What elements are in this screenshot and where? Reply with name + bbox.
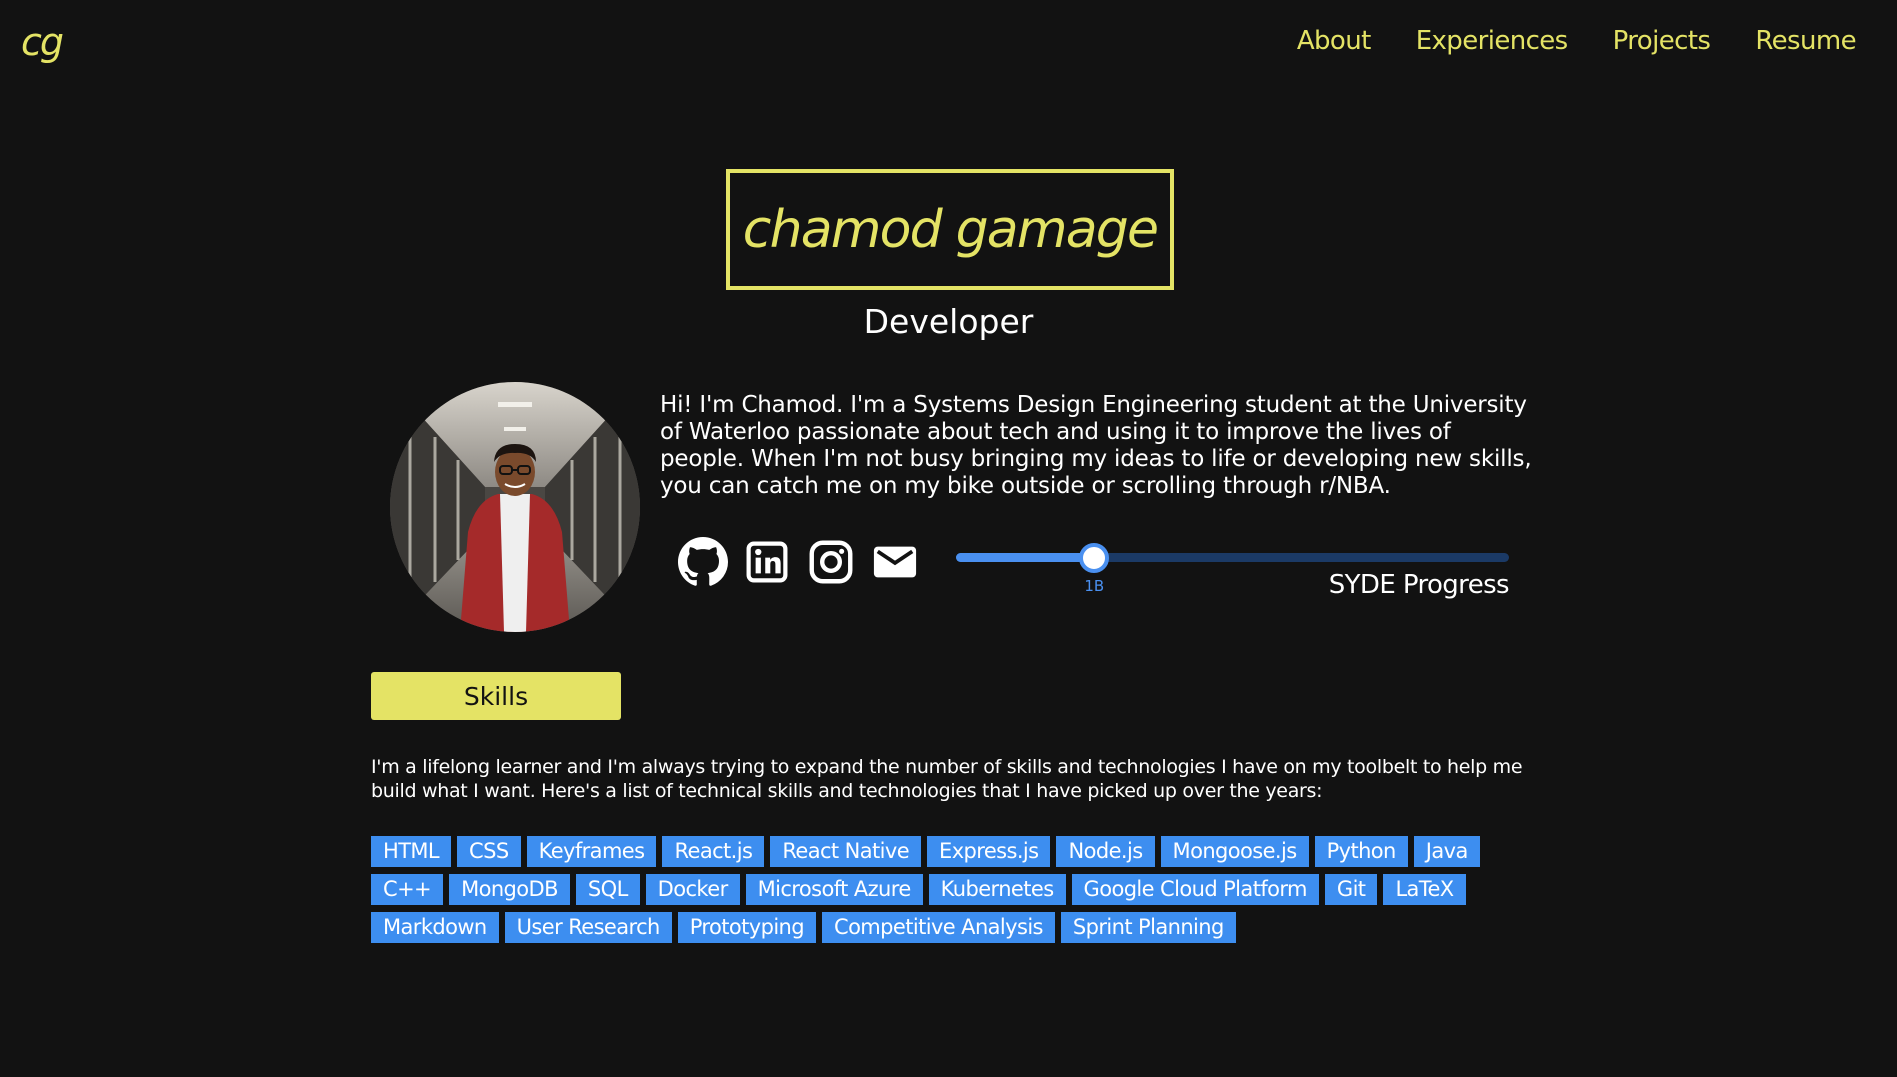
role-subtitle: Developer: [863, 302, 1034, 341]
skill-tag: Sprint Planning: [1060, 912, 1236, 943]
slider-track: [956, 553, 1095, 562]
skill-tag: MongoDB: [449, 874, 570, 905]
skill-tag: Markdown: [371, 912, 499, 943]
skill-tag: CSS: [457, 836, 521, 867]
skill-tag: Express.js: [927, 836, 1051, 867]
skill-tag: Mongoose.js: [1160, 836, 1309, 867]
skill-tag: React.js: [662, 836, 765, 867]
instagram-icon[interactable]: [806, 537, 856, 587]
skill-tag: Git: [1324, 874, 1378, 905]
skill-tag: Kubernetes: [928, 874, 1066, 905]
skill-tag: HTML: [371, 836, 452, 867]
mail-icon[interactable]: [870, 537, 920, 587]
skill-tag: Microsoft Azure: [745, 874, 923, 905]
skill-tag: Prototyping: [677, 912, 816, 943]
slider-value-label: 1B: [1084, 577, 1105, 595]
github-icon[interactable]: [678, 537, 728, 587]
nav-projects[interactable]: Projects: [1613, 26, 1711, 56]
nav-about[interactable]: About: [1297, 26, 1371, 56]
skill-tag: User Research: [504, 912, 672, 943]
skill-tag: Java: [1413, 836, 1480, 867]
skill-tag: Docker: [645, 874, 740, 905]
skill-tag: SQL: [575, 874, 640, 905]
page-title: chamod gamage: [742, 199, 1159, 260]
syde-progress-label: SYDE Progress: [1328, 570, 1510, 600]
slider-thumb[interactable]: [1079, 543, 1110, 573]
avatar: [390, 382, 640, 632]
skill-tag: React Native: [770, 836, 922, 867]
skill-tag: LaTeX: [1383, 874, 1466, 905]
skill-tag: Competitive Analysis: [822, 912, 1055, 943]
logo-link[interactable]: cg: [21, 20, 64, 64]
skill-tag: Keyframes: [526, 836, 657, 867]
nav-resume[interactable]: Resume: [1755, 26, 1856, 56]
skill-tag: Node.js: [1056, 836, 1155, 867]
linkedin-icon[interactable]: [742, 537, 792, 587]
bio-text: Hi! I'm Chamod. I'm a Systems Design Eng…: [660, 392, 1532, 499]
skills-description: I'm a lifelong learner and I'm always tr…: [371, 756, 1523, 802]
social-links: [678, 537, 920, 587]
avatar-photo: [390, 382, 640, 632]
nav-experiences[interactable]: Experiences: [1416, 26, 1569, 56]
skill-tag: Google Cloud Platform: [1071, 874, 1319, 905]
page: cg About Experiences Projects Resume cha…: [0, 0, 1897, 1077]
nav-bar: About Experiences Projects Resume: [1297, 26, 1857, 56]
skills-button[interactable]: Skills: [371, 672, 621, 720]
syde-progress-slider[interactable]: 1B: [956, 543, 1509, 595]
name-box: chamod gamage: [726, 169, 1174, 290]
skill-tag: C++: [371, 874, 444, 905]
skills-tag-list: HTML CSS Keyframes React.js React Native Expr…: [371, 836, 1531, 943]
skill-tag: Python: [1314, 836, 1408, 867]
